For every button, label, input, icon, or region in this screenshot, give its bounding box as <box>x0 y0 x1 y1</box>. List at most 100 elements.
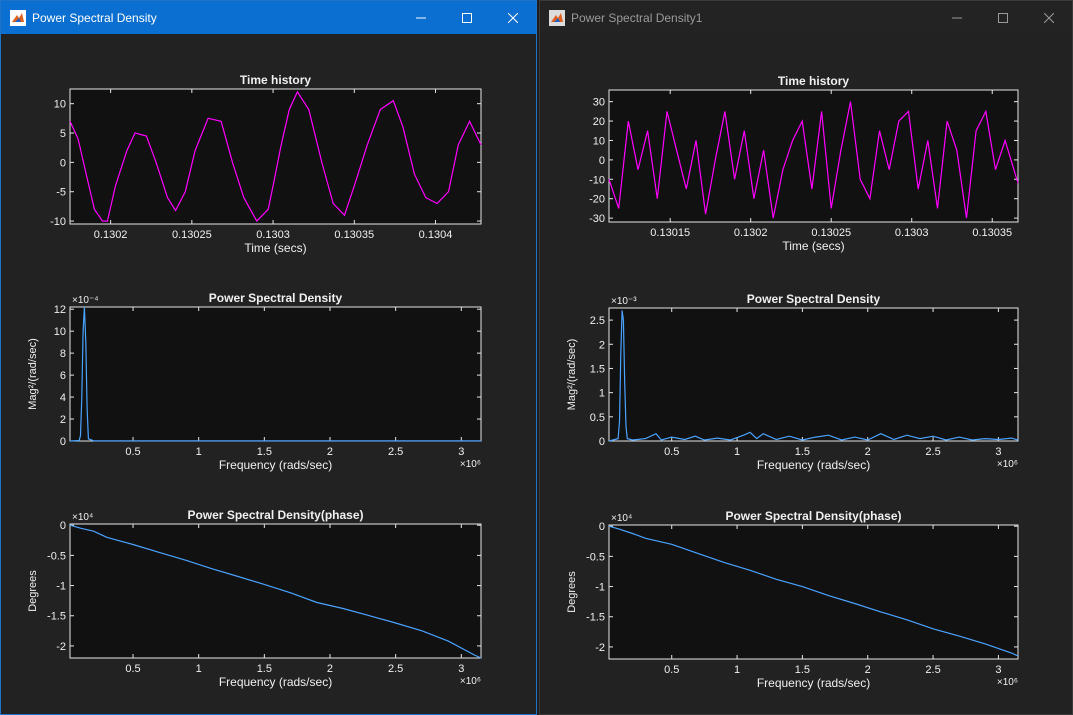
figure-canvas: Time history 0.1302 0.13025 0.1303 0.13035 0.… <box>27 73 482 689</box>
x-tick-label: 1 <box>734 446 740 458</box>
x-tick-label: 0.5 <box>125 663 140 675</box>
axes-3[interactable]: Power Spectral Density(phase) 0.5 1 1.5 2 2.5… <box>566 509 1019 690</box>
x-axis-label: Time (secs) <box>782 239 844 253</box>
x-tick-label: 0.1303 <box>256 229 290 241</box>
x-axis-label: Frequency (rads/sec) <box>757 676 870 690</box>
figure-canvas: Time history 0.13015 0.1302 0.13025 0.1303 0.… <box>566 74 1019 690</box>
x-tick-label: 0.1302 <box>734 227 768 239</box>
minimize-icon <box>952 17 962 18</box>
x-tick-label: 3 <box>458 446 464 458</box>
x-tick-label: 2 <box>865 446 871 458</box>
figure-window-2: Power Spectral Density1 Time history 0.13… <box>539 0 1073 715</box>
plot-area <box>608 89 1019 223</box>
x-axis-label: Frequency (rads/sec) <box>219 458 332 472</box>
maximize-icon <box>998 12 1008 23</box>
maximize-button[interactable] <box>444 1 490 34</box>
x-tick-label: 0.13035 <box>334 229 374 241</box>
y-tick-label: 20 <box>593 116 605 128</box>
axes-3[interactable]: Power Spectral Density(phase) 0.5 1 1.5 2 2.5… <box>27 508 482 689</box>
y-tick-label: 10 <box>54 326 66 338</box>
y-tick-label: 0 <box>60 520 66 532</box>
minimize-button[interactable] <box>934 1 980 34</box>
close-button[interactable] <box>490 1 536 34</box>
window-title: Power Spectral Density <box>32 10 157 25</box>
x-tick-label: 1.5 <box>257 446 272 458</box>
y-tick-label: 0 <box>599 521 605 533</box>
y-tick-label: 0.5 <box>590 412 605 424</box>
y-tick-label: -5 <box>56 187 66 199</box>
maximize-icon <box>462 12 472 23</box>
close-button[interactable] <box>1026 1 1072 34</box>
x-tick-label: 3 <box>995 664 1001 676</box>
close-icon <box>1044 12 1054 23</box>
maximize-button[interactable] <box>980 1 1026 34</box>
x-tick-label: 0.13025 <box>811 227 851 239</box>
y-tick-label: 2 <box>60 414 66 426</box>
y-tick-label: -0.5 <box>586 551 605 563</box>
x-tick-label: 1 <box>734 664 740 676</box>
x-tick-label: 0.1302 <box>94 229 128 241</box>
y-tick-label: 0 <box>60 157 66 169</box>
x-tick-label: 2 <box>327 663 333 675</box>
y-axis-label: Degrees <box>27 570 39 612</box>
x-tick-label: 1.5 <box>795 446 810 458</box>
x-tick-label: 2.5 <box>925 446 940 458</box>
y-tick-label: 6 <box>60 370 66 382</box>
y-tick-label: 8 <box>60 348 66 360</box>
minimize-icon <box>416 17 426 18</box>
y-axis-label: Mag²/(rad/sec) <box>566 339 578 411</box>
y-tick-label: 12 <box>54 304 66 316</box>
y-tick-label: 0 <box>599 155 605 167</box>
x-tick-label: 0.13025 <box>172 229 212 241</box>
x-tick-label: 1.5 <box>257 663 272 675</box>
plot-area <box>608 307 1019 442</box>
x-tick-label: 3 <box>995 446 1001 458</box>
x-exponent-label: ×10⁶ <box>997 459 1018 470</box>
window-titlebar[interactable]: Power Spectral Density <box>1 1 536 34</box>
y-tick-label: -10 <box>50 216 66 228</box>
y-tick-label: -1.5 <box>586 612 605 624</box>
y-tick-label: -2 <box>595 642 605 654</box>
x-tick-label: 0.5 <box>125 446 140 458</box>
axes-title: Power Spectral Density <box>747 292 881 306</box>
x-tick-label: 0.13035 <box>972 227 1012 239</box>
x-exponent-label: ×10⁶ <box>460 459 481 470</box>
y-tick-label: 10 <box>593 135 605 147</box>
axes-1[interactable]: Time history 0.1302 0.13025 0.1303 0.13035 0.… <box>50 73 482 255</box>
x-tick-label: 2.5 <box>925 664 940 676</box>
y-exponent-label: ×10⁴ <box>611 513 632 524</box>
axes-title: Time history <box>240 73 311 87</box>
x-tick-label: 0.5 <box>664 664 679 676</box>
y-axis-label: Degrees <box>566 571 578 613</box>
y-tick-label: 2.5 <box>590 315 605 327</box>
axes-title: Power Spectral Density(phase) <box>725 509 901 523</box>
y-tick-label: -0.5 <box>47 550 66 562</box>
x-axis-label: Frequency (rads/sec) <box>757 458 870 472</box>
minimize-button[interactable] <box>398 1 444 34</box>
y-tick-label: 0 <box>60 436 66 448</box>
plot-area <box>69 88 482 225</box>
x-tick-label: 2 <box>327 446 333 458</box>
x-tick-label: 0.1303 <box>895 227 929 239</box>
y-exponent-label: ×10⁴ <box>72 512 93 523</box>
matlab-icon <box>549 9 565 26</box>
plot-area <box>69 306 482 442</box>
y-tick-label: 5 <box>60 128 66 140</box>
x-tick-label: 3 <box>458 663 464 675</box>
x-axis-label: Time (secs) <box>244 241 306 255</box>
window-title: Power Spectral Density1 <box>571 10 703 25</box>
y-tick-label: 10 <box>54 99 66 111</box>
window-titlebar[interactable]: Power Spectral Density1 <box>540 1 1072 34</box>
x-tick-label: 2 <box>865 664 871 676</box>
axes-2[interactable]: Power Spectral Density 0.5 1 1.5 2 2.5 3 12 10 8 6… <box>27 291 482 472</box>
axes-title: Power Spectral Density <box>209 291 343 305</box>
y-tick-label: -1 <box>595 582 605 594</box>
x-exponent-label: ×10⁶ <box>460 676 481 687</box>
y-tick-label: 0 <box>599 436 605 448</box>
axes-1[interactable]: Time history 0.13015 0.1302 0.13025 0.1303 0.… <box>589 74 1019 253</box>
x-tick-label: 2.5 <box>388 663 403 675</box>
x-tick-label: 2.5 <box>388 446 403 458</box>
matlab-icon <box>10 9 26 26</box>
y-exponent-label: ×10⁻⁴ <box>72 295 99 306</box>
axes-2[interactable]: Power Spectral Density 0.5 1 1.5 2 2.5 3 2.5 2 1.… <box>566 292 1019 472</box>
